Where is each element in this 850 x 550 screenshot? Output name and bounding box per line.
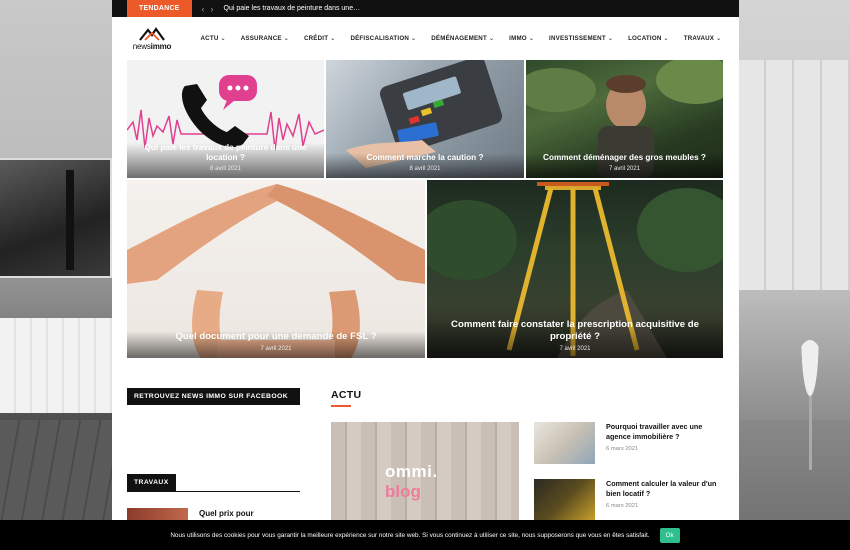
travaux-post-title[interactable]: Quel prix pour	[199, 509, 254, 518]
street-lamp-shape	[66, 170, 74, 270]
nav-item-label: DÉFISCALISATION	[350, 34, 410, 42]
trending-label: TENDANCE	[127, 0, 192, 17]
actu-list-item[interactable]: Comment calculer la valeur d'un bien loc…	[534, 479, 724, 521]
bar-stool-shape	[790, 340, 830, 470]
nav-item-credit[interactable]: CRÉDIT ⌄	[296, 35, 342, 42]
post-thumbnail[interactable]	[534, 479, 595, 521]
nav-item-label: ACTU	[200, 34, 219, 42]
cookie-ok-button[interactable]: Ok	[659, 527, 680, 543]
image-overlay-text: ommi.	[385, 462, 438, 481]
cookie-message: Nous utilisons des cookies pour vous gar…	[170, 531, 650, 539]
travaux-widget-title: TRAVAUX	[127, 474, 176, 491]
post-title[interactable]: Pourquoi travailler avec une agence immo…	[606, 422, 724, 441]
nav-item-label: DÉMÉNAGEMENT	[431, 34, 487, 42]
nav-item-immo[interactable]: IMMO ⌄	[502, 35, 542, 42]
logo-text: newsimmo	[132, 42, 172, 51]
widget-divider	[127, 491, 300, 492]
travaux-post-thumbnail[interactable]	[127, 508, 188, 520]
chevron-down-icon: ⌄	[330, 35, 336, 42]
featured-caption: Comment déménager des gros meubles ? 7 a…	[526, 153, 723, 178]
kitchen-cabinets-shape	[738, 60, 850, 290]
nav-item-assurance[interactable]: ASSURANCE ⌄	[233, 35, 296, 42]
post-thumbnail[interactable]	[534, 422, 595, 464]
nav-item-label: CRÉDIT	[303, 34, 329, 42]
facebook-widget-title: RETROUVEZ NEWS IMMO SUR FACEBOOK	[127, 388, 300, 405]
featured-date: 7 avril 2021	[608, 166, 641, 172]
chevron-down-icon: ⌄	[220, 35, 226, 42]
site-logo[interactable]: newsimmo	[127, 25, 177, 51]
chevron-down-icon: ⌄	[716, 35, 722, 42]
white-sofa-shape	[0, 318, 112, 413]
chevron-down-icon: ⌄	[528, 35, 535, 42]
featured-post-1[interactable]: Qui paie les travaux de peinture dans un…	[127, 60, 324, 178]
featured-post-3[interactable]: Comment déménager des gros meubles ? 7 a…	[526, 60, 723, 178]
nav-item-label: TRAVAUX	[683, 34, 715, 42]
roof-logo-icon	[139, 27, 165, 41]
chevron-down-icon: ⌄	[488, 35, 495, 42]
chevron-down-icon: ⌄	[411, 35, 417, 42]
site-header: newsimmo ACTU ⌄ ASSURANCE ⌄ CRÉDIT ⌄ DÉFISC…	[112, 17, 739, 59]
featured-title[interactable]: Qui paie les travaux de peinture dans un…	[135, 143, 316, 163]
logo-text-bold: immo	[150, 42, 172, 51]
featured-title[interactable]: Comment marche la caution ?	[334, 153, 516, 163]
nav-item-label: IMMO	[509, 34, 527, 42]
background-right-kitchen	[738, 0, 850, 550]
nav-item-label: ASSURANCE	[240, 34, 282, 42]
wall-painting	[0, 158, 112, 278]
post-title[interactable]: Comment calculer la valeur d'un bien loc…	[606, 479, 724, 498]
featured-date: 7 avril 2021	[559, 346, 591, 352]
featured-title[interactable]: Quel document pour une demande de FSL ?	[135, 331, 417, 343]
post-date: 6 mars 2021	[606, 446, 639, 452]
actu-main-post-image[interactable]: ommi. blog	[331, 422, 519, 520]
chevron-down-icon: ⌄	[607, 35, 614, 42]
site-container: TENDANCE ‹ › Qui paie les travaux de pei…	[112, 0, 739, 550]
top-bar: TENDANCE ‹ › Qui paie les travaux de pei…	[112, 0, 739, 17]
featured-post-5[interactable]: Comment faire constater la prescription …	[427, 180, 723, 358]
featured-title[interactable]: Comment faire constater la prescription …	[435, 319, 715, 343]
chevron-down-icon: ⌄	[283, 35, 289, 42]
image-overlay-text-pink: blog	[385, 482, 421, 501]
featured-title[interactable]: Comment déménager des gros meubles ?	[534, 153, 715, 163]
cookie-banner: Nous utilisons des cookies pour vous gar…	[0, 520, 850, 550]
main-nav: ACTU ⌄ ASSURANCE ⌄ CRÉDIT ⌄ DÉFISCALISATION…	[193, 35, 729, 42]
nav-item-label: LOCATION	[628, 34, 662, 42]
ticker-link[interactable]: Qui paie les travaux de peinture dans un…	[224, 5, 361, 12]
background-left-living-room	[0, 0, 112, 550]
section-accent-line	[331, 405, 351, 407]
featured-caption: Comment marche la caution ? 8 avril 2021	[326, 153, 524, 178]
featured-date: 8 avril 2021	[409, 166, 441, 172]
nav-item-label: INVESTISSEMENT	[549, 34, 606, 42]
featured-date: 8 avril 2021	[209, 166, 242, 172]
nav-item-actu[interactable]: ACTU ⌄	[193, 35, 233, 42]
ticker-arrows: ‹ ›	[202, 4, 214, 14]
post-date: 6 mars 2021	[606, 503, 639, 509]
featured-caption: Quel document pour une demande de FSL ? …	[127, 331, 425, 358]
actu-list-item[interactable]: Pourquoi travailler avec une agence immo…	[534, 422, 724, 464]
actu-section-title: ACTU	[331, 389, 362, 401]
nav-item-defiscalisation[interactable]: DÉFISCALISATION ⌄	[343, 35, 424, 42]
chevron-down-icon: ⌄	[663, 35, 669, 42]
logo-text-light: news	[132, 42, 151, 51]
chevron-right-icon[interactable]: ›	[211, 4, 214, 14]
featured-caption: Comment faire constater la prescription …	[427, 319, 723, 358]
nav-item-location[interactable]: LOCATION ⌄	[621, 35, 677, 42]
featured-post-4[interactable]: Quel document pour une demande de FSL ? …	[127, 180, 425, 358]
featured-post-2[interactable]: Comment marche la caution ? 8 avril 2021	[326, 60, 524, 178]
chevron-left-icon[interactable]: ‹	[202, 4, 205, 14]
featured-date: 7 avril 2021	[260, 346, 292, 352]
nav-item-demenagement[interactable]: DÉMÉNAGEMENT ⌄	[424, 35, 502, 42]
nav-item-investissement[interactable]: INVESTISSEMENT ⌄	[542, 35, 621, 42]
featured-caption: Qui paie les travaux de peinture dans un…	[127, 143, 324, 178]
nav-item-travaux[interactable]: TRAVAUX ⌄	[676, 35, 729, 42]
